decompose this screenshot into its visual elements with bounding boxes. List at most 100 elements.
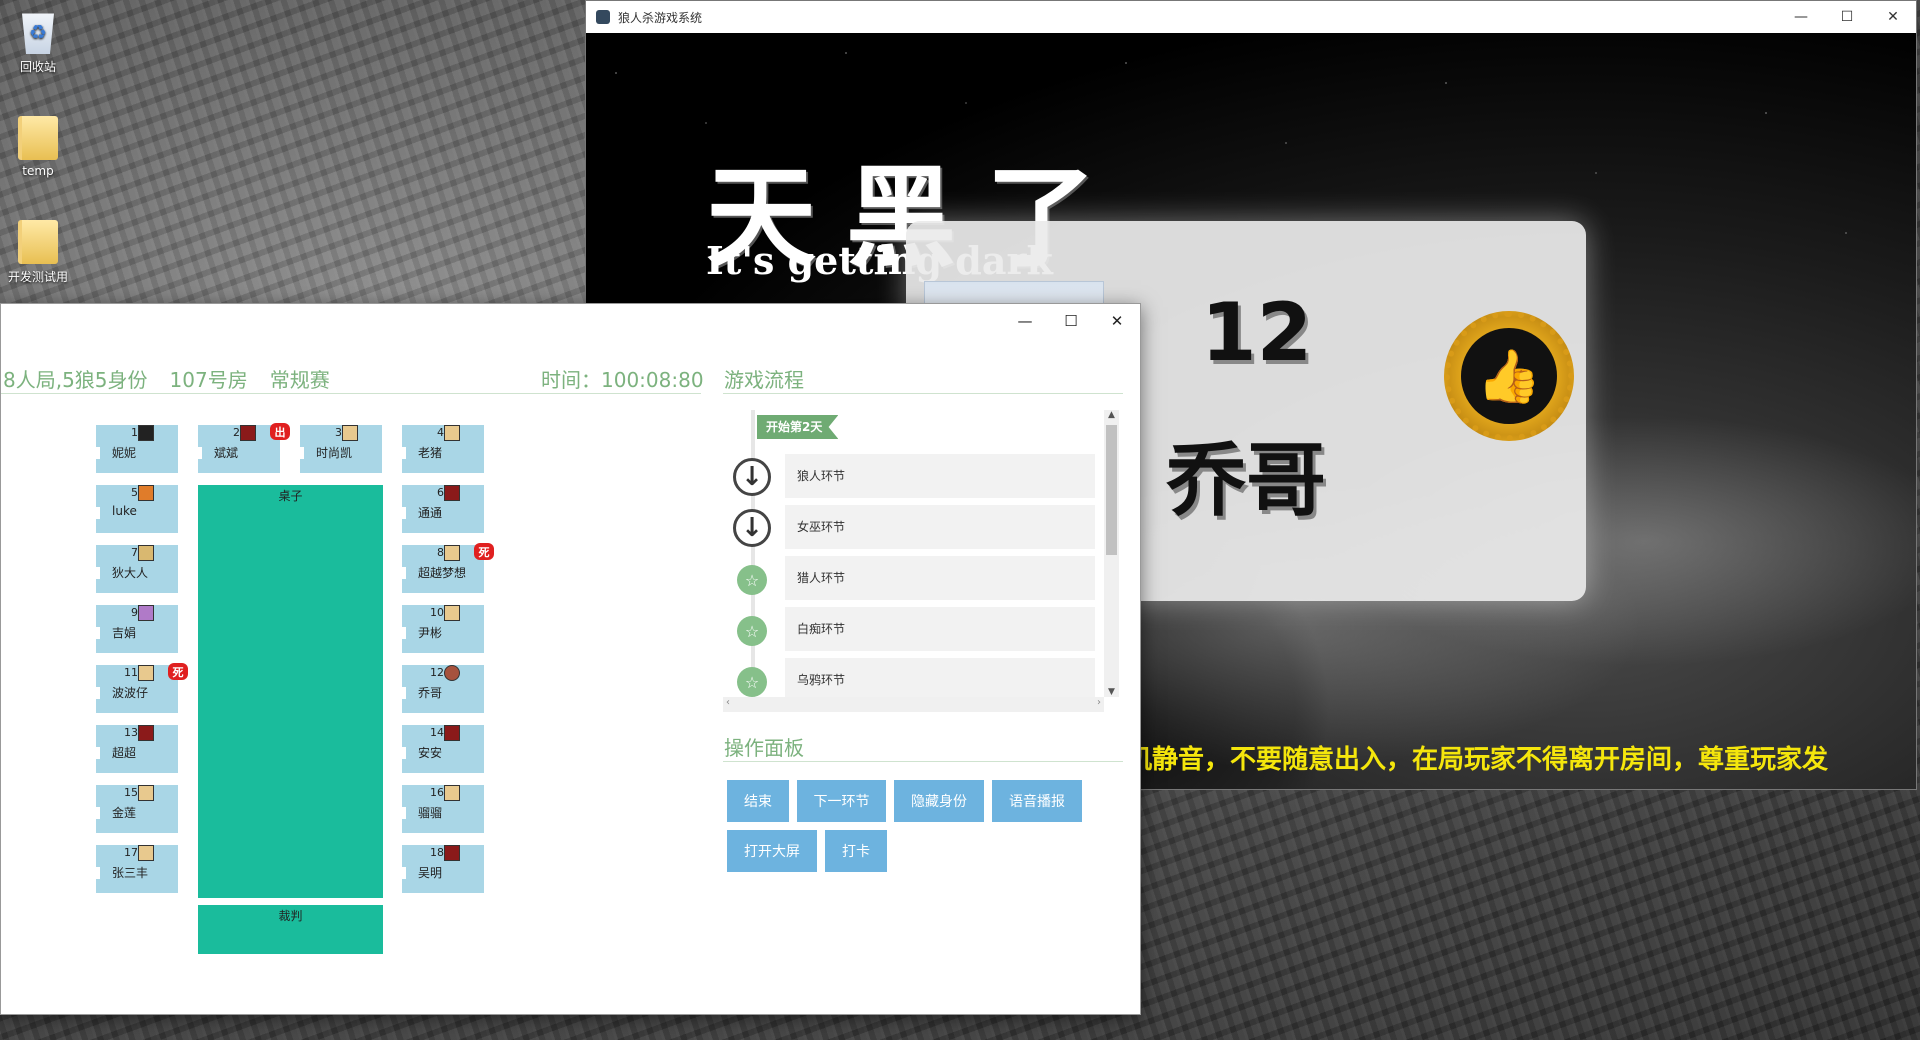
flow-step-label: 乌鸦环节: [785, 658, 1095, 702]
seat-14[interactable]: 14 安安: [402, 725, 484, 773]
seat-13[interactable]: 13 超超: [96, 725, 178, 773]
minimize-button[interactable]: —: [1778, 1, 1824, 33]
open-big-screen-button[interactable]: 打开大屏: [727, 830, 817, 872]
rules-marquee: 机静音，不要随意出入，在局玩家不得离开房间，尊重玩家发: [1126, 745, 1829, 775]
flow-step[interactable]: ☆ 白痴环节: [723, 606, 1103, 651]
desktop-icon-recycle-bin[interactable]: 回收站: [6, 10, 70, 75]
minimize-button[interactable]: —: [1002, 304, 1048, 338]
seat-12[interactable]: 12 乔哥: [402, 665, 484, 713]
seat-18[interactable]: 18 吴明: [402, 845, 484, 893]
status-badge: 出: [270, 423, 290, 440]
end-button[interactable]: 结束: [727, 780, 789, 822]
role-card-icon: [444, 425, 460, 441]
table-area: 桌子: [198, 485, 383, 898]
seat-7[interactable]: 7 狄大人: [96, 545, 178, 593]
seat-number: 5: [131, 486, 138, 499]
flow-step[interactable]: ↓ 女巫环节: [723, 504, 1103, 549]
seat-5[interactable]: 5 luke: [96, 485, 178, 533]
room-number: 107号房: [169, 368, 248, 392]
flow-list[interactable]: 开始第2天 ↓ 狼人环节 ↓ 女巫环节 ☆ 猎人环节 ☆ 白痴环节 ☆ 乌鸦环节: [723, 410, 1121, 710]
seat-10[interactable]: 10 尹彬: [402, 605, 484, 653]
seat-marker: [96, 867, 100, 879]
player-name: 时尚凯: [316, 446, 353, 460]
player-name: 斌斌: [214, 446, 239, 460]
seat-marker: [198, 447, 202, 459]
desktop-icon-temp[interactable]: temp: [6, 116, 70, 178]
role-card-icon: [444, 665, 460, 681]
maximize-button[interactable]: ☐: [1824, 1, 1870, 33]
player-name: luke: [112, 504, 137, 518]
flow-horizontal-scrollbar[interactable]: ‹ ›: [723, 697, 1104, 712]
player-name: 超越梦想: [418, 566, 467, 580]
seat-marker: [96, 447, 100, 459]
check-in-button[interactable]: 打卡: [825, 830, 887, 872]
game-window-titlebar[interactable]: 狼人杀游戏系统 — ☐ ✕: [586, 1, 1916, 33]
seat-number: 7: [131, 546, 138, 559]
flow-step-label: 女巫环节: [785, 505, 1095, 549]
game-mode: 8人局,5狼5身份: [3, 368, 148, 392]
seat-8[interactable]: 8 超越梦想死: [402, 543, 494, 593]
seat-3[interactable]: 3 时尚凯: [300, 425, 382, 473]
admin-window-titlebar[interactable]: — ☐ ✕: [1, 304, 1140, 338]
close-button[interactable]: ✕: [1094, 304, 1140, 338]
hide-identity-button[interactable]: 隐藏身份: [894, 780, 984, 822]
role-card-icon: [444, 605, 460, 621]
player-name: 吉娟: [112, 626, 137, 640]
voice-broadcast-button[interactable]: 语音播报: [992, 780, 1082, 822]
admin-control-window: — ☐ ✕ 8人局,5狼5身份 107号房 常规赛 时间：100:08:80 1…: [0, 303, 1141, 1015]
seat-number: 12: [430, 666, 444, 679]
player-name: 乔哥: [418, 686, 443, 700]
seat-11[interactable]: 11 波波仔 死: [96, 663, 188, 713]
seat-4[interactable]: 4 老猪: [402, 425, 484, 473]
scroll-left-icon[interactable]: ‹: [726, 697, 730, 708]
player-name: 老猪: [418, 446, 443, 460]
maximize-button[interactable]: ☐: [1048, 304, 1094, 338]
role-card-icon: [138, 545, 154, 561]
flow-step[interactable]: ☆ 乌鸦环节: [723, 657, 1103, 702]
next-step-button[interactable]: 下一环节: [797, 780, 886, 822]
seat-number: 17: [124, 846, 138, 859]
scroll-up-icon[interactable]: ▲: [1104, 410, 1119, 420]
seat-marker: [402, 747, 406, 759]
seat-1[interactable]: 1 妮妮: [96, 425, 178, 473]
seat-marker: [96, 567, 100, 579]
seat-9[interactable]: 9 吉娟: [96, 605, 178, 653]
seat-17[interactable]: 17 张三丰: [96, 845, 178, 893]
role-card-icon: [444, 725, 460, 741]
scroll-thumb[interactable]: [1106, 425, 1117, 555]
judge-area[interactable]: 裁判: [198, 905, 383, 954]
day-tag: 开始第2天: [757, 415, 839, 439]
down-arrow-icon: ↓: [733, 509, 771, 547]
ops-title: 操作面板: [724, 736, 804, 760]
seat-number: 3: [335, 426, 342, 439]
seat-marker: [300, 447, 304, 459]
match-type: 常规赛: [269, 368, 330, 392]
player-name: 吴明: [418, 866, 443, 880]
star-icon: ☆: [737, 667, 767, 697]
close-button[interactable]: ✕: [1870, 1, 1916, 33]
flow-step-label: 狼人环节: [785, 454, 1095, 498]
seat-marker: [402, 867, 406, 879]
flow-vertical-scrollbar[interactable]: ▲ ▼: [1104, 410, 1119, 697]
desktop-icon-dev-test[interactable]: 开发测试用: [6, 220, 70, 285]
flow-step[interactable]: ☆ 猎人环节: [723, 555, 1103, 600]
seat-marker: [96, 807, 100, 819]
seat-number: 4: [437, 426, 444, 439]
flow-step[interactable]: ↓ 狼人环节: [723, 453, 1103, 498]
divider: [723, 393, 1123, 394]
player-name: 张三丰: [112, 866, 149, 880]
seat-number: 1: [131, 426, 138, 439]
scroll-down-icon[interactable]: ▼: [1104, 687, 1119, 697]
player-name: 通通: [418, 506, 443, 520]
divider: [723, 761, 1123, 762]
seat-2[interactable]: 2 斌斌 出: [198, 423, 290, 473]
player-name: 狄大人: [112, 566, 149, 580]
flow-title: 游戏流程: [724, 368, 804, 392]
scroll-right-icon[interactable]: ›: [1097, 697, 1101, 708]
game-window-title: 狼人杀游戏系统: [618, 10, 703, 25]
seat-number: 16: [430, 786, 444, 799]
star-icon: ☆: [737, 616, 767, 646]
seat-16[interactable]: 16 骝骝: [402, 785, 484, 833]
seat-6[interactable]: 6 通通: [402, 485, 484, 533]
seat-15[interactable]: 15 金莲: [96, 785, 178, 833]
